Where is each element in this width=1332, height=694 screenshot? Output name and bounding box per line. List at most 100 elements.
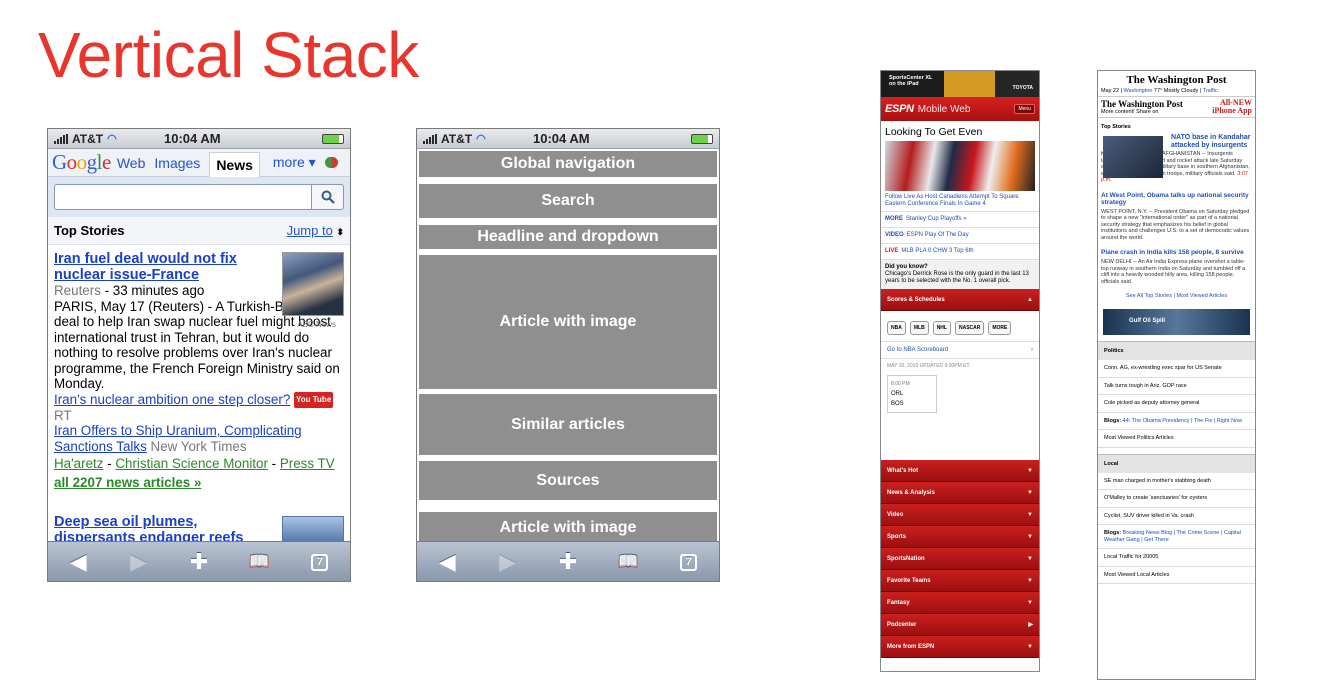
pill-more[interactable]: MORE: [988, 321, 1012, 335]
section-bar[interactable]: News & Analysis ▼: [881, 482, 1039, 504]
feature-image[interactable]: [885, 141, 1035, 191]
signal-icon: [423, 133, 437, 144]
section-bar[interactable]: Video ▼: [881, 504, 1039, 526]
bookmarks-icon[interactable]: 📖: [608, 552, 648, 572]
source-link-csm[interactable]: Christian Science Monitor: [115, 456, 268, 471]
story-headline[interactable]: At West Point, Obama talks up national s…: [1098, 186, 1255, 207]
section-bar[interactable]: SportsNation ▼: [881, 548, 1039, 570]
pill-nhl[interactable]: NHL: [932, 321, 951, 335]
list-item[interactable]: VIDEO ESPN Play Of The Day: [881, 227, 1039, 243]
all-articles-link[interactable]: all 2207 news articles »: [54, 475, 344, 491]
google-tab-bar: Google Web Images News more ▾: [48, 149, 350, 177]
pill-nascar[interactable]: NASCAR: [954, 321, 985, 335]
list-item[interactable]: Most Viewed Politics Articles: [1098, 430, 1255, 448]
wireframe-headline-dropdown: Headline and dropdown: [419, 225, 717, 249]
score-date: MAY 20, 2010 UPDATED 9:00PM ET: [887, 363, 970, 369]
search-button[interactable]: [312, 184, 344, 210]
source-link-presstv[interactable]: Press TV: [280, 456, 335, 471]
tab-news[interactable]: News: [209, 152, 260, 177]
chat-bubble-icon[interactable]: [324, 157, 338, 168]
list-item[interactable]: O'Malley to create 'sanctuaries' for oys…: [1098, 490, 1255, 508]
secondary-masthead: The Washington Post More content! Share …: [1098, 97, 1255, 118]
scoreboard-link[interactable]: Go to NBA Scoreboard ›: [881, 341, 1039, 359]
jump-to-dropdown[interactable]: Jump to ⬍: [287, 223, 344, 238]
section-list: What's Hot ▼ News & Analysis ▼ Video ▼ Spor…: [881, 460, 1039, 658]
browser-toolbar: ◀ ▶ ✚ 📖 7: [417, 541, 719, 581]
espn-logo[interactable]: ESPN: [885, 103, 914, 115]
section-bar[interactable]: What's Hot ▼: [881, 460, 1039, 482]
pages-icon[interactable]: 7: [300, 553, 340, 571]
list-item[interactable]: Conn. AG, ex-wrestling exec spar for US …: [1098, 360, 1255, 378]
forward-icon[interactable]: ▶: [488, 549, 528, 575]
list-item[interactable]: Cole picked as deputy attorney general: [1098, 395, 1255, 413]
top-stories-label: Top Stories: [54, 223, 125, 238]
section-bar[interactable]: Sports ▼: [881, 526, 1039, 548]
ad-banner[interactable]: SportsCenter XL on the iPad TOYOTA: [881, 71, 1039, 97]
list-item[interactable]: Talk turns tough in Ariz. GOP race: [1098, 378, 1255, 395]
search-bar: [48, 177, 350, 217]
menu-button[interactable]: Menu: [1014, 104, 1035, 114]
section-bar[interactable]: Podcenter ▶: [881, 614, 1039, 636]
feature-title[interactable]: Looking To Get Even: [881, 121, 1039, 141]
game-card[interactable]: 8:00 PM ORL BOS: [887, 375, 937, 413]
add-icon[interactable]: ✚: [179, 549, 219, 575]
iphone-app-promo[interactable]: All-NEW iPhone App: [1208, 99, 1252, 115]
back-icon[interactable]: ◀: [58, 549, 98, 575]
espn-mobile-screenshot: SportsCenter XL on the iPad TOYOTA ESPN …: [880, 70, 1040, 672]
pages-icon[interactable]: 7: [669, 553, 709, 571]
scores-schedules-bar[interactable]: Scores & Schedules ▲: [881, 289, 1039, 311]
pill-mlb[interactable]: MLB: [909, 321, 929, 335]
chevron-down-icon: ▼: [1027, 533, 1033, 540]
wifi-icon: ◠: [476, 133, 486, 145]
search-input[interactable]: [54, 184, 312, 210]
wireframe-article-with-image-2: Article with image: [419, 512, 717, 544]
chevron-down-icon: ▼: [1027, 555, 1033, 562]
feature-caption[interactable]: Follow Live As Host Canadiens Attempt To…: [881, 191, 1039, 211]
google-logo[interactable]: Google: [52, 150, 111, 175]
youtube-icon[interactable]: You Tube: [294, 392, 334, 408]
story-headline[interactable]: Plane crash in India kills 158 people, 8…: [1098, 243, 1255, 257]
tab-web[interactable]: Web: [117, 155, 146, 171]
tab-images[interactable]: Images: [154, 155, 200, 171]
masthead[interactable]: The Washington Post: [1098, 71, 1255, 86]
section-bar[interactable]: Favorite Teams ▼: [881, 570, 1039, 592]
list-item[interactable]: Local Traffic for 20005: [1098, 549, 1255, 567]
add-icon[interactable]: ✚: [548, 549, 588, 575]
clock: 10:04 AM: [533, 131, 590, 146]
story-body: NEW DELHI -- An Air India Express plane …: [1101, 259, 1246, 285]
list-item: Blogs: Breaking News Blog | The Crime Sc…: [1098, 525, 1255, 549]
back-icon[interactable]: ◀: [427, 549, 467, 575]
list-item[interactable]: SE man charged in mother's stabbing deat…: [1098, 473, 1255, 490]
section-bar[interactable]: More from ESPN ▼: [881, 636, 1039, 658]
updown-arrow-icon: ⬍: [336, 227, 344, 237]
see-all-link[interactable]: See All Top Stories | Most Viewed Articl…: [1098, 287, 1255, 305]
browser-toolbar: ◀ ▶ ✚ 📖 7: [48, 541, 350, 581]
lead-headline[interactable]: NATO base in Kandahar attacked by insurg…: [1171, 134, 1252, 149]
related-link-1[interactable]: Iran's nuclear ambition one step closer?: [54, 392, 290, 407]
bookmarks-icon[interactable]: 📖: [239, 552, 279, 572]
ad-text: SportsCenter XL on the iPad: [889, 75, 933, 87]
tab-more[interactable]: more ▾: [273, 154, 316, 171]
chevron-down-icon: ▼: [1027, 467, 1033, 474]
forward-icon[interactable]: ▶: [119, 549, 159, 575]
source-link-haaretz[interactable]: Ha'aretz: [54, 456, 103, 471]
section-bar[interactable]: Fantasy ▼: [881, 592, 1039, 614]
list-item[interactable]: MORE Stanley Cup Playoffs »: [881, 211, 1039, 227]
related-source-1: RT: [54, 407, 72, 423]
list-item: Blogs: 44: The Obama Presidency | The Fi…: [1098, 413, 1255, 430]
related-source-2: New York Times: [146, 438, 247, 454]
pill-nba[interactable]: NBA: [887, 321, 906, 335]
lead-image[interactable]: [1103, 136, 1163, 178]
list-item[interactable]: Cyclist, SUV driver killed in Va. crash: [1098, 508, 1255, 525]
chevron-up-icon: ▲: [1027, 296, 1033, 303]
google-news-phone: AT&T ◠ 10:04 AM Google Web Images News m…: [47, 128, 351, 582]
espn-header: ESPN Mobile Web Menu: [881, 97, 1039, 121]
wireframe-article-with-image: Article with image: [419, 255, 717, 389]
washington-post-screenshot: The Washington Post May 22 | Washington …: [1097, 70, 1256, 680]
article-image[interactable]: [282, 252, 344, 316]
list-item[interactable]: Most Viewed Local Articles: [1098, 567, 1255, 584]
gulf-oil-spill-banner[interactable]: Gulf Oil Spill: [1103, 309, 1250, 335]
list-item[interactable]: LIVE MLB PLA 0 CHW 3 Top 6th: [881, 243, 1039, 259]
article-headline[interactable]: Iran fuel deal would not fix nuclear iss…: [54, 251, 278, 283]
status-bar: AT&T ◠ 10:04 AM: [48, 129, 350, 149]
